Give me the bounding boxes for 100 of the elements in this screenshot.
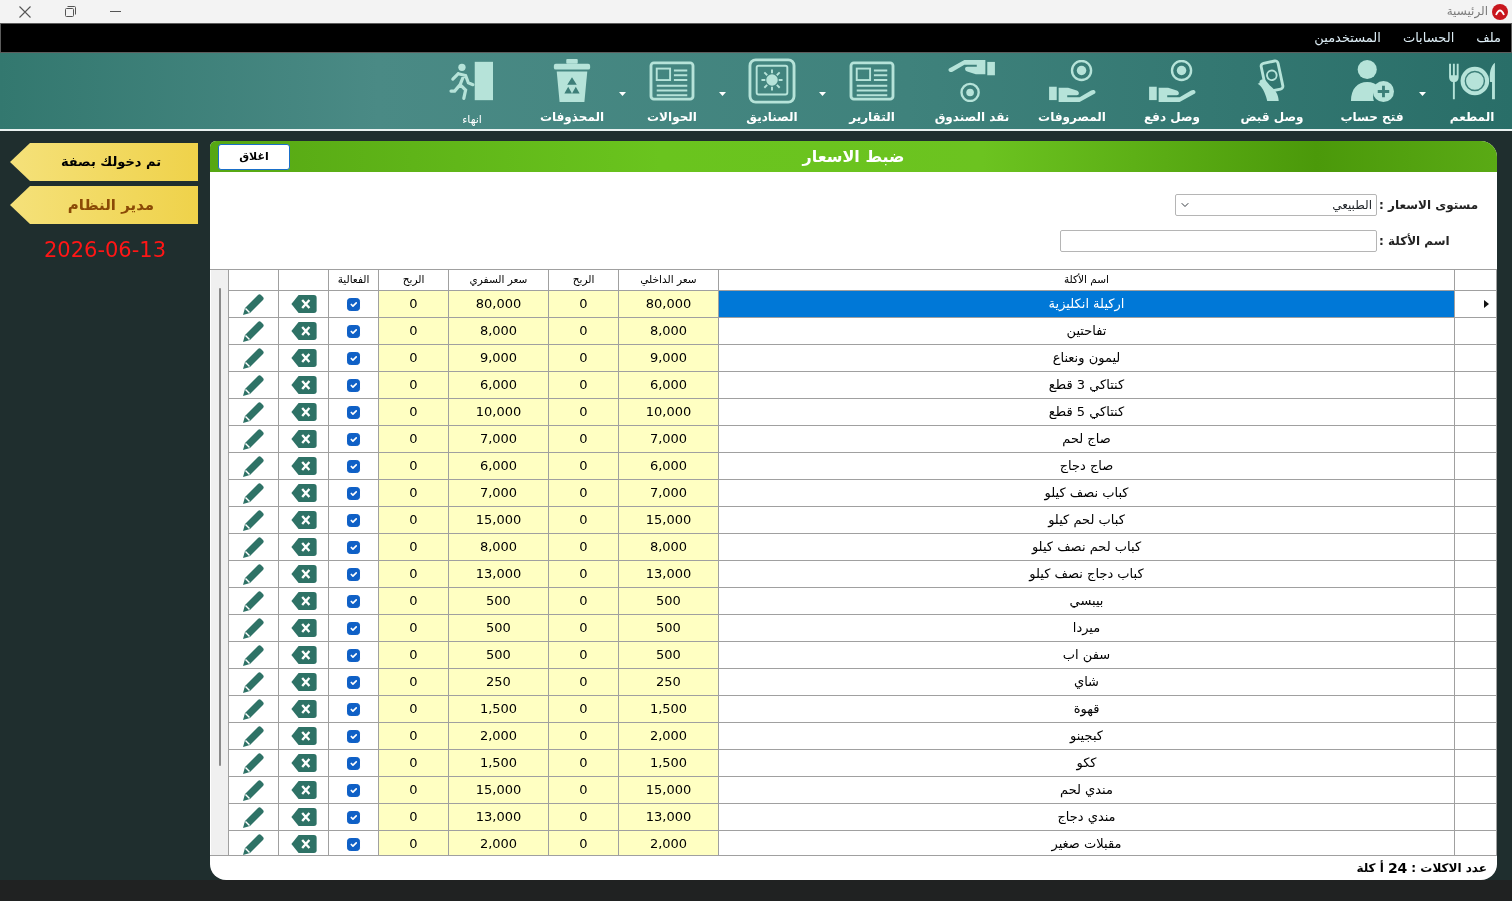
checkbox[interactable] [347, 729, 360, 743]
column-header[interactable]: سعر السفري [448, 270, 549, 290]
pencil-icon[interactable] [241, 480, 266, 505]
pencil-icon[interactable] [241, 588, 266, 613]
checkbox[interactable] [347, 378, 360, 392]
delete-icon[interactable] [290, 429, 317, 448]
checkbox[interactable] [347, 405, 360, 419]
table-cell: 15,000 [618, 506, 719, 533]
column-header[interactable]: الربح [378, 270, 449, 290]
pencil-icon[interactable] [241, 615, 266, 640]
checkbox[interactable] [347, 756, 360, 770]
delete-icon[interactable] [290, 807, 317, 826]
checkbox[interactable] [347, 513, 360, 527]
checkbox[interactable] [347, 351, 360, 365]
toolbar-button[interactable]: وصل دفع [1132, 56, 1212, 125]
toolbar-button[interactable]: المحذوفات [532, 56, 612, 125]
table-cell: 0 [548, 479, 619, 506]
pencil-icon[interactable] [241, 291, 266, 316]
field-label: مستوى الاسعار : [1379, 197, 1480, 213]
checkbox[interactable] [347, 459, 360, 473]
table-cell: 250 [448, 668, 549, 695]
pencil-icon[interactable] [241, 750, 266, 775]
pencil-icon[interactable] [241, 561, 266, 586]
menu-item[interactable]: المستخدمين [1314, 30, 1381, 46]
checkbox[interactable] [347, 486, 360, 500]
toolbar-button[interactable]: نقد الصندوق [932, 56, 1012, 125]
pencil-icon[interactable] [241, 318, 266, 343]
delete-icon[interactable] [290, 294, 317, 313]
pencil-icon[interactable] [241, 642, 266, 667]
pencil-icon[interactable] [241, 453, 266, 478]
toolbar-button[interactable]: التقارير [832, 56, 912, 125]
pencil-icon[interactable] [241, 399, 266, 424]
delete-icon[interactable] [290, 483, 317, 502]
pencil-icon[interactable] [241, 804, 266, 829]
checkbox[interactable] [347, 567, 360, 581]
column-header[interactable]: اسم الأكلة [718, 270, 1455, 290]
column-header[interactable]: الفعالية [328, 270, 379, 290]
delete-icon[interactable] [290, 618, 317, 637]
checkbox[interactable] [347, 540, 360, 554]
delete-icon[interactable] [290, 321, 317, 340]
pencil-icon[interactable] [241, 777, 266, 802]
delete-icon[interactable] [290, 672, 317, 691]
text-field[interactable] [1060, 230, 1377, 252]
toolbar-button[interactable]: المصروفات [1032, 56, 1112, 125]
close-button[interactable]: اغلاق [218, 143, 290, 170]
toolbar-button[interactable]: الصناديق [732, 56, 812, 125]
checkbox[interactable] [347, 810, 360, 824]
pencil-icon[interactable] [241, 723, 266, 748]
pencil-icon[interactable] [241, 372, 266, 397]
toolbar-button[interactable]: انهاء [432, 56, 512, 127]
table-cell: مندي دجاج [718, 803, 1455, 830]
checkbox[interactable] [347, 297, 360, 311]
dropdown-field[interactable]: الطبيعي [1175, 194, 1377, 216]
checkbox[interactable] [347, 675, 360, 689]
menu-item[interactable]: الحسابات [1402, 30, 1455, 46]
checkbox[interactable] [347, 837, 360, 851]
pencil-icon[interactable] [241, 669, 266, 694]
pencil-icon[interactable] [241, 507, 266, 532]
pencil-icon[interactable] [241, 696, 266, 721]
column-header[interactable]: سعر الداخلي [618, 270, 719, 290]
table-cell: 0 [378, 398, 449, 425]
caret-icon[interactable] [718, 92, 726, 96]
toolbar-button[interactable]: وصل قبض [1232, 56, 1312, 125]
toolbar-button[interactable]: المطعم [1432, 56, 1512, 125]
caret-icon[interactable] [818, 92, 826, 96]
delete-icon[interactable] [290, 537, 317, 556]
pencil-icon[interactable] [241, 345, 266, 370]
checkbox[interactable] [347, 702, 360, 716]
delete-icon[interactable] [290, 375, 317, 394]
delete-icon[interactable] [290, 456, 317, 475]
close-icon[interactable] [19, 5, 31, 18]
checkbox[interactable] [347, 783, 360, 797]
pencil-icon[interactable] [241, 831, 266, 855]
menu-item[interactable]: ملف [1476, 30, 1501, 46]
checkbox[interactable] [347, 324, 360, 338]
checkbox[interactable] [347, 432, 360, 446]
delete-icon[interactable] [290, 780, 317, 799]
caret-icon[interactable] [1418, 92, 1426, 96]
restore-icon[interactable] [65, 6, 76, 17]
checkbox[interactable] [347, 648, 360, 662]
delete-icon[interactable] [290, 726, 317, 745]
delete-icon[interactable] [290, 510, 317, 529]
checkbox[interactable] [347, 621, 360, 635]
delete-icon[interactable] [290, 753, 317, 772]
caret-icon[interactable] [618, 92, 626, 96]
pencil-icon[interactable] [241, 426, 266, 451]
delete-icon[interactable] [290, 402, 317, 421]
table-cell: كنتاكي 3 قطع [718, 371, 1455, 398]
pencil-icon[interactable] [241, 534, 266, 559]
column-header[interactable]: الربح [548, 270, 619, 290]
toolbar-button[interactable]: فتح حساب [1332, 56, 1412, 125]
delete-icon[interactable] [290, 699, 317, 718]
delete-icon[interactable] [290, 348, 317, 367]
checkbox[interactable] [347, 594, 360, 608]
scrollbar-thumb[interactable] [218, 288, 221, 766]
delete-icon[interactable] [290, 564, 317, 583]
delete-icon[interactable] [290, 591, 317, 610]
toolbar-button[interactable]: الحوالات [632, 56, 712, 125]
delete-icon[interactable] [290, 645, 317, 664]
delete-icon[interactable] [290, 834, 317, 853]
